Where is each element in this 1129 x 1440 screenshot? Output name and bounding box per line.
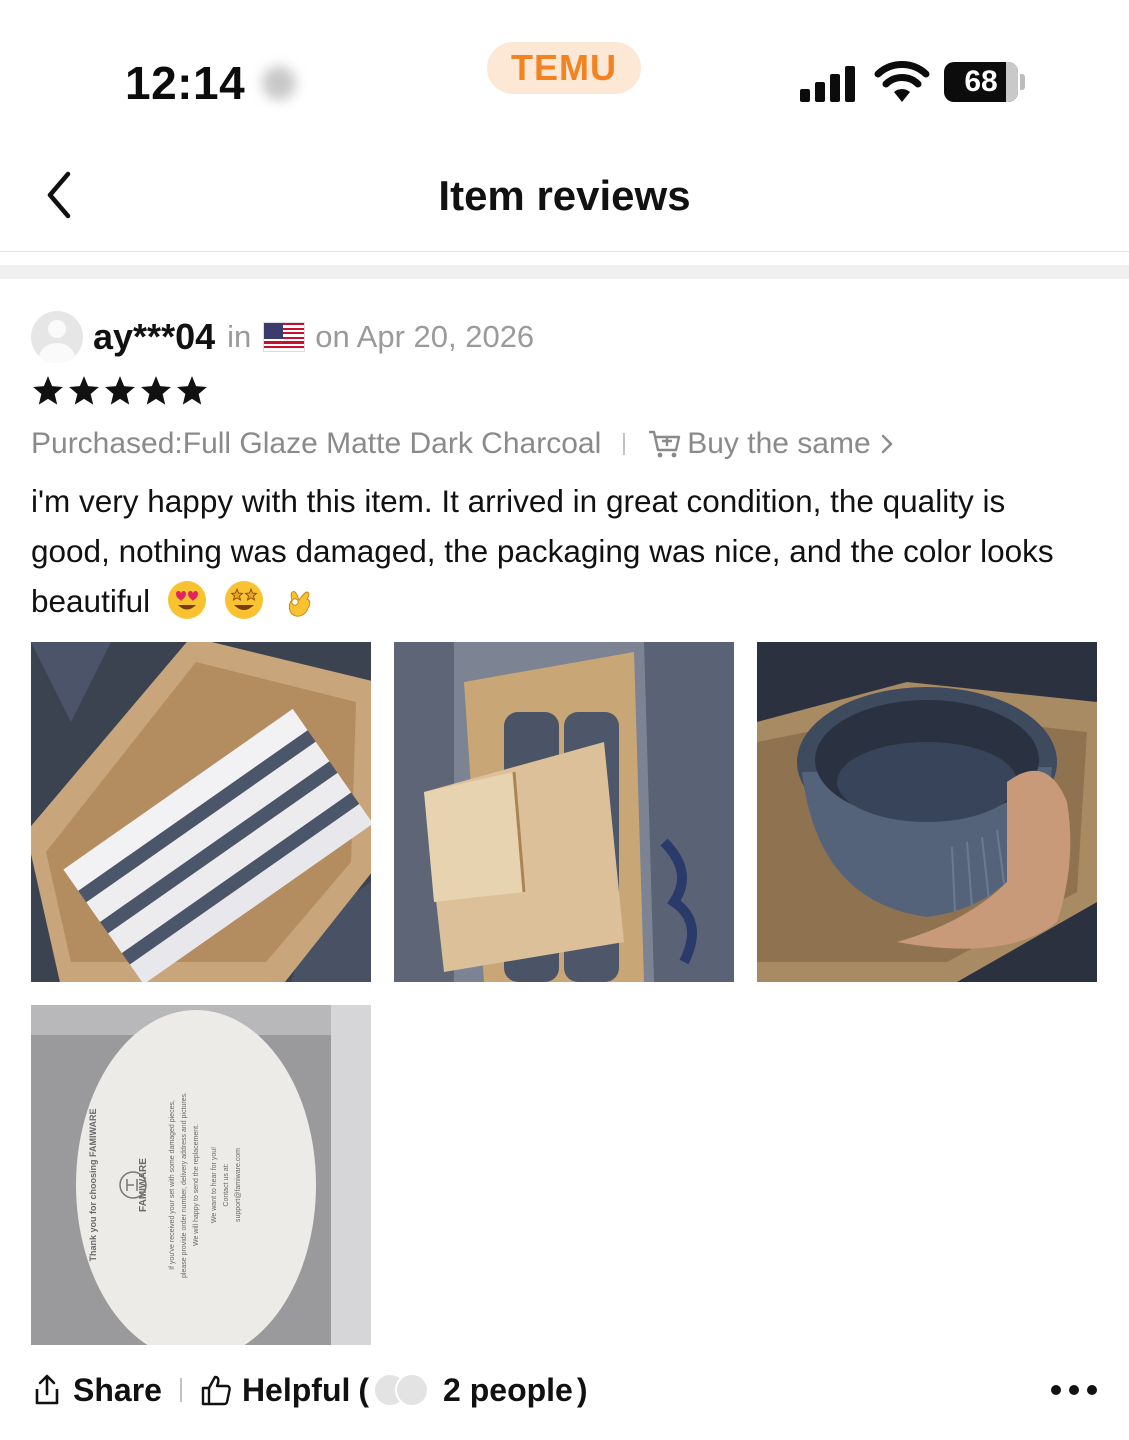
ok-hand-emoji: [289, 591, 311, 617]
bowls-in-box-photo: [394, 642, 734, 982]
more-options-icon[interactable]: [1051, 1385, 1097, 1395]
card-thank-you-text: Thank you for choosing FAMIWARE: [88, 1109, 98, 1262]
thumbs-up-icon[interactable]: [200, 1373, 232, 1407]
review-photo[interactable]: [757, 642, 1097, 982]
review-photo[interactable]: [31, 642, 371, 982]
battery-tip: [1020, 74, 1025, 90]
purchase-info: Purchased:Full Glaze Matte Dark Charcoal…: [31, 424, 895, 464]
close-paren: ): [576, 1371, 588, 1408]
app-indicator-pill[interactable]: TEMU: [487, 42, 641, 94]
card-line-2: If you've received your set with some da…: [169, 1100, 176, 1270]
battery-level: 68: [964, 65, 998, 98]
nav-header: Item reviews: [0, 130, 1129, 252]
review-photo[interactable]: Thank you for choosing FAMIWARE FAMIWARE…: [31, 1005, 371, 1345]
us-flag-icon: [263, 322, 306, 352]
reviewer-avatar: [31, 311, 83, 363]
star-icon: [33, 376, 63, 405]
card-line-5: We want to hear for you!: [211, 1147, 218, 1223]
card-line-7: support@famiware.com: [235, 1148, 242, 1222]
card-line-3: please provide order number, delivery ad…: [181, 1092, 188, 1278]
add-to-cart-icon[interactable]: [647, 428, 683, 460]
helpful-users-avatars: [373, 1373, 433, 1407]
thank-you-card-photo: Thank you for choosing FAMIWARE FAMIWARE…: [31, 1005, 371, 1345]
in-label: in: [227, 319, 252, 354]
star-icon: [105, 376, 135, 405]
review-date: on Apr 20, 2026: [315, 319, 535, 354]
section-separator: [0, 265, 1129, 279]
star-icon: [141, 376, 171, 405]
star-struck-emoji: [224, 581, 263, 619]
status-time: 12:14: [125, 57, 246, 109]
open-paren: (: [358, 1371, 370, 1408]
review-photo[interactable]: [394, 642, 734, 982]
share-icon[interactable]: [31, 1373, 63, 1407]
page-title: Item reviews: [438, 172, 691, 219]
share-button[interactable]: Share: [73, 1372, 162, 1409]
divider: [179, 1378, 182, 1402]
review-body: i'm very happy with this item. It arrive…: [31, 476, 1091, 626]
star-icon: [177, 376, 207, 405]
buy-the-same-link[interactable]: Buy the same: [687, 427, 870, 461]
wifi-icon: [874, 61, 930, 102]
reviewer-info: ay***04 in on Apr 20, 2026: [93, 314, 534, 360]
chevron-right-icon[interactable]: [879, 433, 895, 455]
battery-icon: 68: [944, 62, 1018, 102]
plates-in-box-photo: [31, 642, 371, 982]
reviewer-username: ay***04: [93, 316, 216, 357]
star-rating: [31, 374, 209, 416]
cellular-signal-icon: [800, 64, 858, 102]
purchased-variant: Purchased:Full Glaze Matte Dark Charcoal: [31, 427, 602, 460]
card-line-4: We will happy to send the replacement.: [193, 1124, 200, 1246]
bowl-in-hand-photo: [757, 642, 1097, 982]
card-line-6: Contact us at:: [223, 1163, 230, 1206]
status-bar: 12:14 TEMU 68: [0, 0, 1129, 130]
helpful-count: 2 people: [443, 1371, 573, 1408]
location-icon: [262, 66, 296, 100]
star-icon: [69, 376, 99, 405]
heart-eyes-emoji: [167, 581, 206, 619]
divider: [623, 433, 626, 455]
review-actions: Share Helpful ( 2 people ): [31, 1366, 1101, 1414]
card-brand-text: FAMIWARE: [138, 1158, 149, 1212]
helpful-button[interactable]: Helpful: [242, 1372, 350, 1409]
